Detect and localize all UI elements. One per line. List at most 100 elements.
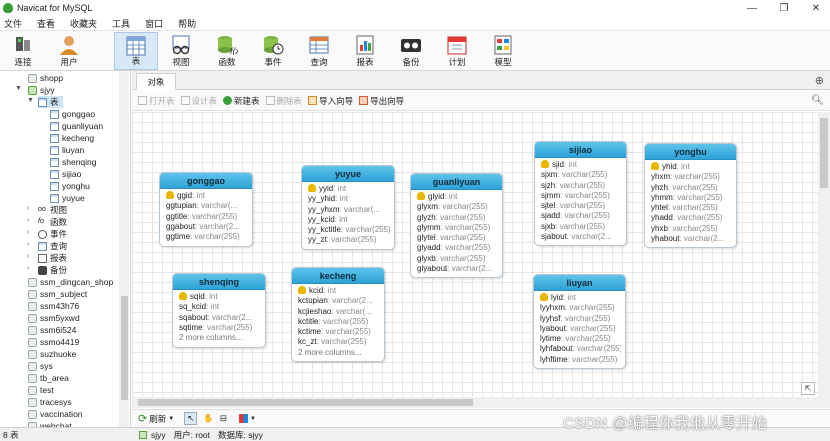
close-button[interactable]: ✕ [802, 0, 830, 16]
refresh-button[interactable]: ⟳ 刷新 ▼ [138, 412, 174, 425]
entity-yuyue[interactable]: yuyue yyid: int yy_yhid: int yy_yhxm: varch… [301, 165, 395, 250]
canvas-vertical-scroll-thumb[interactable] [820, 118, 828, 188]
expand-arrow-icon[interactable]: › [27, 241, 29, 248]
tree-folder-reports[interactable]: 报表 [38, 252, 67, 264]
tree-db-item[interactable]: ssm_dingcan_shop [28, 276, 113, 288]
canvas-horizontal-scroll-thumb[interactable] [138, 399, 473, 406]
entity-yonghu[interactable]: yonghu yhid: int yhxm: varchar(255) yhzh: v… [644, 143, 737, 249]
field-name: kctitle [298, 316, 319, 326]
tree-folder-tables[interactable]: 表 [38, 96, 63, 108]
toolbar-query-button[interactable]: 查询 [302, 32, 336, 70]
field-type: int [681, 162, 690, 171]
add-tab-icon[interactable]: ⊕ [815, 74, 824, 87]
menu-favorites[interactable]: 收藏夹 [66, 17, 108, 30]
tree-folder-queries[interactable]: 查询 [38, 240, 67, 252]
toolbar-schedule-button[interactable]: 计划 [440, 32, 474, 70]
toolbar-event-button[interactable]: 事件 [256, 32, 290, 70]
search-icon[interactable]: 🔍︎ [811, 95, 824, 106]
toolbar-view-button[interactable]: 视图 [164, 32, 198, 70]
field-type: varchar(255) [572, 354, 618, 364]
tree-table-yuyue[interactable]: yuyue [50, 192, 85, 204]
tree-db-item[interactable]: ssm5yxwd [28, 312, 80, 324]
new-table-button[interactable]: 新建表 [223, 95, 260, 107]
toolbar-label: 计划 [448, 57, 466, 67]
toolbar-report-button[interactable]: 报表 [348, 32, 382, 70]
tree-db-item[interactable]: vaccination [28, 408, 83, 420]
entity-title: shenqing [173, 274, 265, 290]
minimize-button[interactable]: — [738, 0, 766, 16]
expand-arrow-icon[interactable]: › [27, 205, 29, 212]
import-wizard-button[interactable]: 导入向导 [308, 95, 353, 107]
expand-arrow-icon[interactable]: › [27, 217, 29, 224]
tree-db-item[interactable]: ssm6i524 [28, 324, 76, 336]
expand-arrow-icon[interactable]: › [27, 265, 29, 272]
field-type: varchar(255) [331, 235, 377, 245]
tree-table-gonggao[interactable]: gonggao [50, 108, 95, 120]
database-icon [28, 289, 37, 299]
toolbar-function-button[interactable]: f(x) 函数 [210, 32, 244, 70]
tree-folder-functions[interactable]: fo 函数 [38, 216, 67, 228]
tree-db-item[interactable]: sys [28, 360, 53, 372]
more-columns-label: 2 more columns... [298, 347, 362, 357]
tree-db-item[interactable]: tracesys [28, 396, 72, 408]
entity-liuyan[interactable]: liuyan lyid: int lyyhxm: varchar(255) lyyhs… [533, 274, 626, 370]
tree-table-shenqing[interactable]: shenqing [50, 156, 97, 168]
entity-kecheng[interactable]: kecheng kcid: int kctupian: varchar(2... kc… [291, 267, 385, 363]
open-table-button[interactable]: 打开表 [138, 95, 175, 107]
collapse-arrow-icon[interactable]: ▼ [15, 85, 22, 92]
tree-db-item[interactable]: suzhuoke [28, 348, 76, 360]
tree-db-shopp[interactable]: shopp [28, 72, 63, 84]
toolbar-model-button[interactable]: 模型 [486, 32, 520, 70]
er-diagram-canvas[interactable]: gonggao ggid: int ggtupian: varchar(... ggt… [132, 112, 818, 408]
tree-db-item[interactable]: ssm43h76 [28, 300, 79, 312]
tree-folder-views[interactable]: oo 视图 [38, 204, 67, 216]
tree-db-sjyy[interactable]: sjyy [28, 84, 55, 96]
tree-table-sijiao[interactable]: sijiao [50, 168, 81, 180]
tree-folder-events[interactable]: 事件 [38, 228, 67, 240]
menu-tools[interactable]: 工具 [108, 17, 141, 30]
pointer-tool-button[interactable]: ↖ [184, 412, 198, 425]
tree-table-liuyan[interactable]: liuyan [50, 144, 84, 156]
delete-table-button[interactable]: 删除表 [265, 95, 302, 107]
tree-db-item[interactable]: ssm_subject [28, 288, 87, 300]
tree-db-item[interactable]: test [28, 384, 54, 396]
entity-gonggao[interactable]: gonggao ggid: int ggtupian: varchar(... ggt… [159, 172, 253, 247]
layout-tool-button[interactable]: ⊟ [220, 413, 227, 424]
tree-table-guanliyuan[interactable]: guanliyuan [50, 120, 103, 132]
design-table-button[interactable]: 设计表 [180, 95, 217, 107]
toolbar-connection-button[interactable]: 连接 [6, 32, 40, 70]
entity-sijiao[interactable]: sijiao sjid: int sjxm: varchar(255) sjzh: v… [534, 141, 627, 247]
toolbar-backup-button[interactable]: 备份 [394, 32, 428, 70]
primary-key-icon [166, 191, 174, 199]
entity-field: lyhfabout: varchar(255) [540, 344, 621, 354]
export-wizard-button[interactable]: 导出向导 [359, 95, 404, 107]
tree-db-item[interactable]: ssmo4419 [28, 336, 79, 348]
menu-view[interactable]: 查看 [33, 17, 66, 30]
field-type: varchar(... [344, 204, 381, 214]
expand-arrow-icon[interactable]: › [27, 229, 29, 236]
hand-tool-button[interactable]: ✋ [203, 413, 214, 424]
expand-arrow-icon[interactable]: › [27, 253, 29, 260]
tab-object[interactable]: 对象 [136, 73, 176, 90]
menu-help[interactable]: 帮助 [174, 17, 207, 30]
maximize-button[interactable]: ❐ [770, 0, 798, 16]
table-icon [50, 121, 59, 131]
tree-folder-backups[interactable]: 备份 [38, 264, 67, 276]
tree-table-kecheng[interactable]: kecheng [50, 132, 94, 144]
sidebar-scrollbar-thumb[interactable] [121, 296, 128, 400]
menu-window[interactable]: 窗口 [141, 17, 174, 30]
tree-db-item[interactable]: tb_area [28, 372, 69, 384]
toolbar-table-button[interactable]: 表 [114, 32, 158, 70]
entity-guanliyuan[interactable]: guanliyuan glyid: int glyxm: varchar(255) g… [410, 173, 503, 279]
color-tool-button[interactable]: ▼ [239, 414, 256, 423]
dropdown-arrow-icon: ▼ [250, 415, 256, 422]
field-type: int [209, 292, 218, 301]
tree-table-yonghu[interactable]: yonghu [50, 180, 90, 192]
menu-file[interactable]: 文件 [0, 17, 33, 30]
entity-shenqing[interactable]: shenqing sqid: int sq_kcid: int sqabout: va… [172, 273, 266, 348]
toolbar-user-button[interactable]: 用户 [52, 32, 86, 70]
collapse-arrow-icon[interactable]: ▼ [27, 97, 34, 104]
entity-title: sijiao [535, 142, 626, 158]
table-icon [50, 193, 59, 203]
fit-view-icon[interactable]: ⇱ [801, 382, 815, 395]
